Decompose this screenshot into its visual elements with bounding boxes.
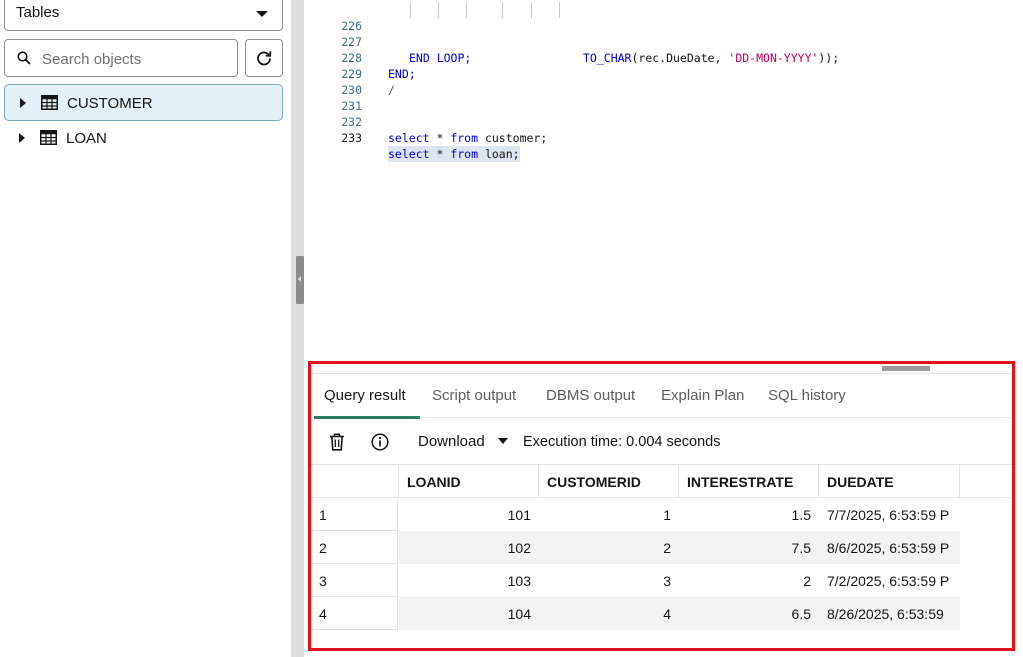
- table-icon: [40, 130, 57, 145]
- cell-loanid[interactable]: 103: [399, 564, 539, 597]
- results-tabs: Query result Script output DBMS output E…: [311, 374, 1012, 419]
- refresh-icon: [257, 51, 272, 66]
- table-row[interactable]: 2 102 2 7.5 8/6/2025, 6:53:59 P: [311, 531, 1012, 564]
- code-line: 232 select * from customer;: [310, 98, 1023, 145]
- results-toolbar: Download Execution time: 0.004 seconds: [311, 419, 1012, 465]
- cell-duedate[interactable]: 8/26/2025, 6:53:59: [819, 597, 960, 630]
- column-header-duedate[interactable]: DUEDATE: [819, 465, 960, 498]
- table-row[interactable]: 1 101 1 1.5 7/7/2025, 6:53:59 P: [311, 498, 1012, 531]
- tab-dbms-output[interactable]: DBMS output: [546, 387, 635, 404]
- cell-loanid[interactable]: 104: [399, 597, 539, 630]
- search-icon: [17, 51, 31, 65]
- code-line: 227 END LOOP;: [310, 18, 1023, 65]
- chevron-down-icon: [256, 11, 268, 17]
- tab-query-result[interactable]: Query result: [324, 387, 406, 404]
- cell-interestrate[interactable]: 7.5: [679, 531, 819, 564]
- table-icon: [41, 95, 58, 110]
- splitter-bar: [291, 0, 304, 657]
- object-navigator: Tables CUSTOMER: [0, 0, 291, 657]
- refresh-button[interactable]: [245, 39, 283, 77]
- row-number: 1: [311, 498, 398, 531]
- cell-duedate[interactable]: 7/7/2025, 6:53:59 P: [819, 498, 960, 531]
- object-type-select[interactable]: Tables: [4, 0, 283, 31]
- trash-icon[interactable]: [329, 433, 345, 451]
- code-line: 228 END;: [310, 34, 1023, 81]
- cell-loanid[interactable]: 101: [399, 498, 539, 531]
- cell-customerid[interactable]: 4: [539, 597, 679, 630]
- tree-item-label: LOAN: [66, 130, 107, 147]
- tab-script-output[interactable]: Script output: [432, 387, 516, 404]
- result-grid: LOANID CUSTOMERID INTERESTRATE DUEDATE 1…: [311, 465, 1012, 633]
- tree-item-customer[interactable]: CUSTOMER: [4, 84, 283, 121]
- column-header-loanid[interactable]: LOANID: [399, 465, 539, 498]
- info-icon[interactable]: [371, 433, 389, 451]
- tab-sql-history[interactable]: SQL history: [768, 387, 846, 404]
- grid-header: LOANID CUSTOMERID INTERESTRATE DUEDATE: [311, 465, 1012, 498]
- expand-arrow-icon[interactable]: [19, 133, 25, 143]
- collapse-handle[interactable]: [296, 256, 304, 304]
- code-line: 229 /: [310, 50, 1023, 97]
- cell-customerid[interactable]: 3: [539, 564, 679, 597]
- table-row[interactable]: 4 104 4 6.5 8/26/2025, 6:53:59: [311, 597, 1012, 630]
- tab-explain-plan[interactable]: Explain Plan: [661, 387, 744, 404]
- row-number: 4: [311, 597, 398, 630]
- cell-interestrate[interactable]: 2: [679, 564, 819, 597]
- row-number-header: [311, 465, 399, 498]
- cell-interestrate[interactable]: 6.5: [679, 597, 819, 630]
- code-line: 226 TO_CHAR(rec.DueDate, 'DD-MON-YYYY'))…: [310, 2, 1023, 65]
- line-number: 233: [341, 131, 362, 145]
- tree-item-loan[interactable]: LOAN: [4, 120, 283, 157]
- results-panel: Query result Script output DBMS output E…: [308, 361, 1015, 651]
- execution-time: Execution time: 0.004 seconds: [523, 434, 721, 450]
- search-objects-input[interactable]: [42, 48, 227, 70]
- row-number: 3: [311, 564, 398, 597]
- cell-duedate[interactable]: 8/6/2025, 6:53:59 P: [819, 531, 960, 564]
- row-number: 2: [311, 531, 398, 564]
- cell-duedate[interactable]: 7/2/2025, 6:53:59 P: [819, 564, 960, 597]
- code-line-selected: 233 select * from loan;: [310, 114, 1023, 162]
- object-type-value: Tables: [16, 4, 60, 21]
- expand-arrow-icon[interactable]: [20, 98, 26, 108]
- column-header-interestrate[interactable]: INTERESTRATE: [679, 465, 819, 498]
- download-button[interactable]: Download: [418, 433, 485, 450]
- sql-editor[interactable]: 226 TO_CHAR(rec.DueDate, 'DD-MON-YYYY'))…: [310, 0, 1023, 360]
- resize-handle[interactable]: [882, 366, 930, 371]
- code-line: 231: [310, 82, 1023, 113]
- code-text: select * from loan;: [388, 146, 520, 162]
- cell-customerid[interactable]: 2: [539, 531, 679, 564]
- chevron-down-icon[interactable]: [498, 438, 508, 444]
- code-text: select * from customer;: [388, 131, 548, 145]
- tree-item-label: CUSTOMER: [67, 95, 153, 112]
- column-header-customerid[interactable]: CUSTOMERID: [539, 465, 679, 498]
- table-row[interactable]: 3 103 3 2 7/2/2025, 6:53:59 P: [311, 564, 1012, 597]
- code-line: 230: [310, 66, 1023, 97]
- cell-interestrate[interactable]: 1.5: [679, 498, 819, 531]
- search-objects-box[interactable]: [4, 39, 238, 77]
- cell-loanid[interactable]: 102: [399, 531, 539, 564]
- cell-customerid[interactable]: 1: [539, 498, 679, 531]
